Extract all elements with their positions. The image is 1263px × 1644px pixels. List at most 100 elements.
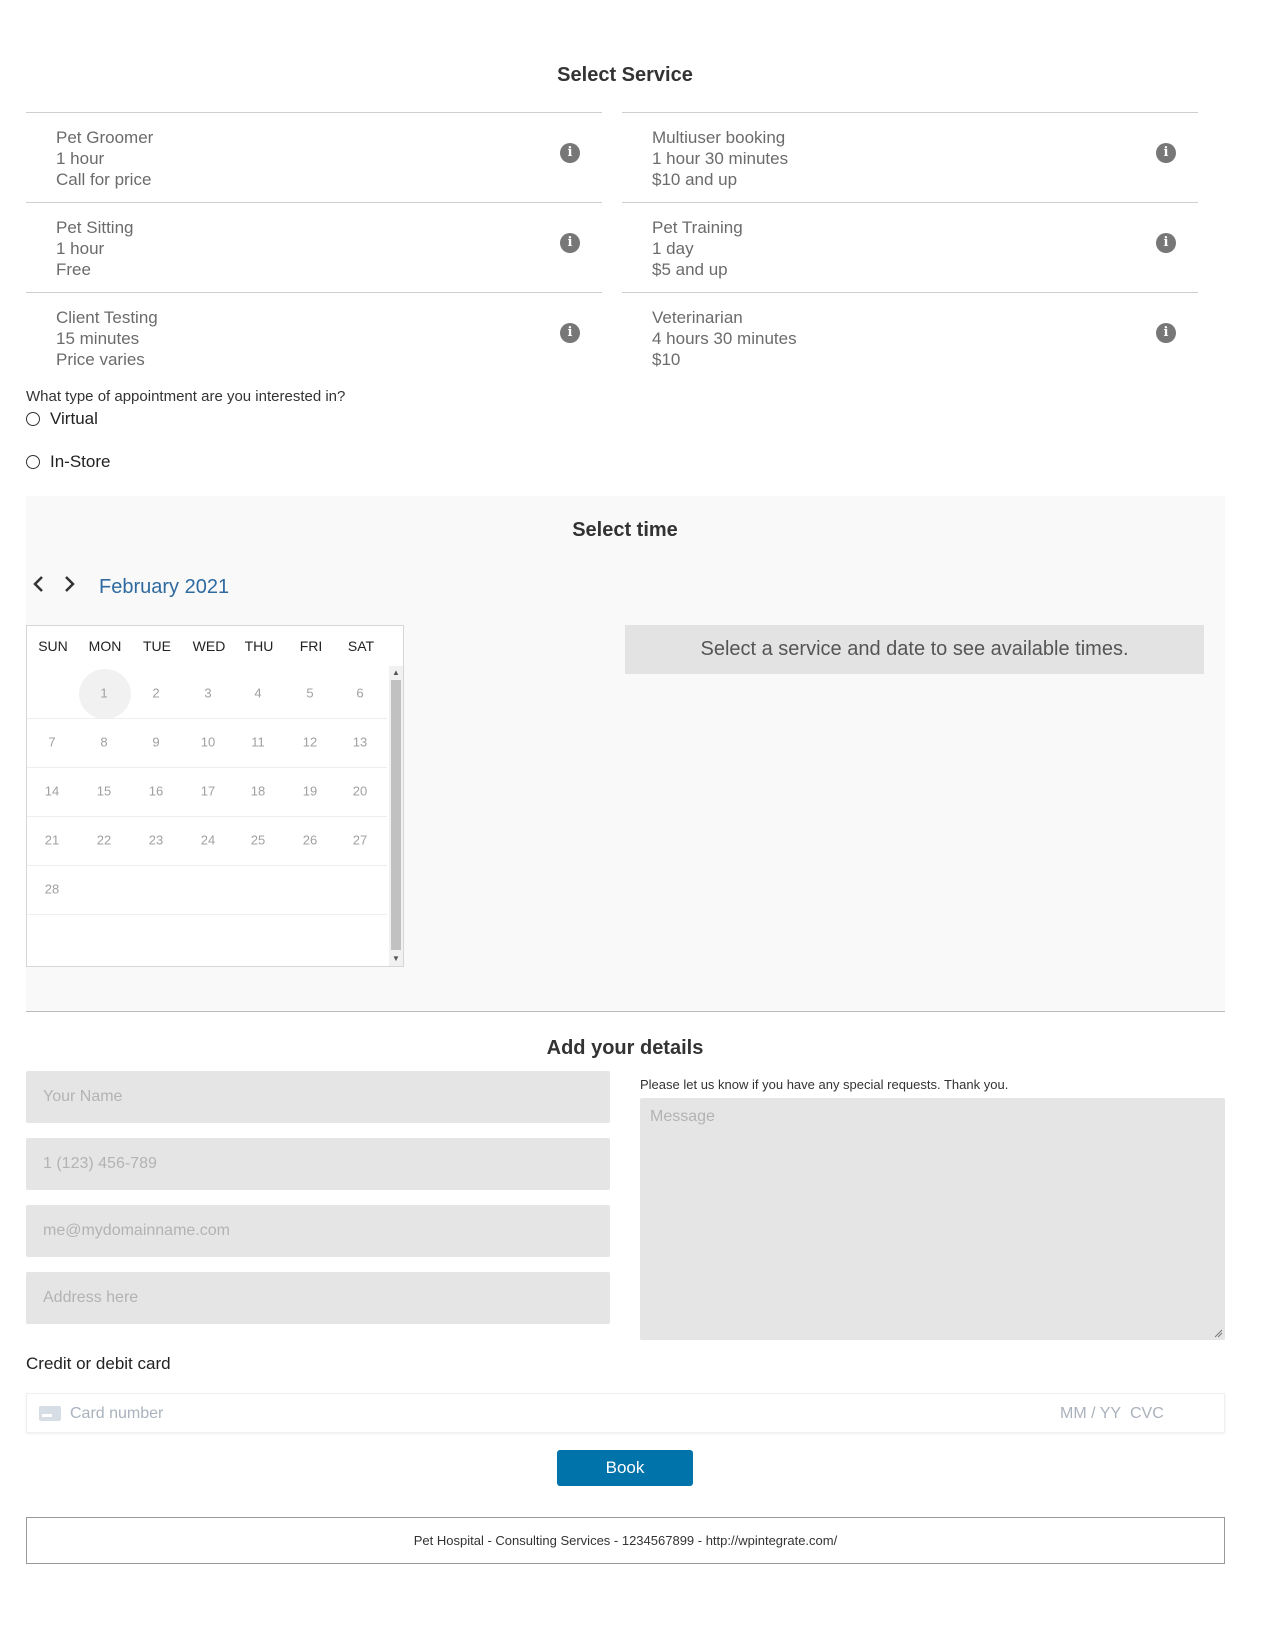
service-duration: 1 day bbox=[652, 239, 694, 258]
calendar-day[interactable]: 24 bbox=[201, 833, 215, 848]
service-name: Pet Sitting bbox=[56, 218, 134, 237]
radio-button[interactable] bbox=[26, 412, 40, 426]
current-month-label[interactable]: February 2021 bbox=[99, 576, 229, 599]
calendar-day[interactable]: 2 bbox=[152, 686, 159, 701]
appointment-option-label: Virtual bbox=[50, 409, 98, 428]
service-item[interactable]: Pet Training 1 day $5 and up i bbox=[622, 202, 1198, 292]
name-field[interactable] bbox=[26, 1071, 610, 1123]
calendar-day[interactable]: 27 bbox=[353, 833, 367, 848]
card-expiry-field[interactable]: MM / YY bbox=[1060, 1405, 1121, 1423]
service-item[interactable]: Pet Groomer 1 hour Call for price i bbox=[26, 112, 602, 202]
service-item[interactable]: Pet Sitting 1 hour Free i bbox=[26, 202, 602, 292]
chevron-left-icon bbox=[33, 576, 43, 592]
calendar-day[interactable]: 21 bbox=[45, 833, 59, 848]
scroll-thumb[interactable] bbox=[391, 680, 401, 950]
service-duration: 15 minutes bbox=[56, 329, 140, 348]
appointment-option-label: In-Store bbox=[50, 452, 111, 471]
info-icon[interactable]: i bbox=[560, 233, 580, 253]
service-duration: 1 hour 30 minutes bbox=[652, 149, 789, 168]
next-month-button[interactable] bbox=[61, 574, 77, 600]
weekday-label: MON bbox=[88, 638, 122, 654]
service-item[interactable]: Client Testing 15 minutes Price varies i bbox=[26, 292, 602, 382]
book-button[interactable]: Book bbox=[557, 1450, 693, 1486]
info-icon[interactable]: i bbox=[1156, 233, 1176, 253]
email-field[interactable] bbox=[26, 1205, 610, 1257]
booking-page: Select Service Pet Groomer 1 hour Call for… bbox=[0, 0, 1263, 1644]
calendar-day[interactable]: 25 bbox=[251, 833, 265, 848]
calendar-week-row: 28 bbox=[27, 865, 387, 915]
card-cvc-field[interactable]: CVC bbox=[1130, 1405, 1164, 1423]
scroll-up-arrow-icon[interactable]: ▲ bbox=[389, 666, 403, 680]
service-item[interactable]: Veterinarian 4 hours 30 minutes $10 i bbox=[622, 292, 1198, 382]
calendar-day[interactable]: 19 bbox=[303, 784, 317, 799]
calendar-day[interactable]: 16 bbox=[149, 784, 163, 799]
calendar-day[interactable]: 23 bbox=[149, 833, 163, 848]
resize-grip-icon[interactable] bbox=[1214, 1329, 1223, 1338]
calendar-day[interactable]: 10 bbox=[201, 735, 215, 750]
calendar-day[interactable]: 3 bbox=[204, 686, 211, 701]
credit-card-icon bbox=[39, 1406, 61, 1421]
info-icon[interactable]: i bbox=[1156, 143, 1176, 163]
service-name: Pet Groomer bbox=[56, 128, 154, 147]
card-input[interactable]: Card number MM / YY CVC bbox=[26, 1393, 1225, 1433]
appointment-type-question: What type of appointment are you interes… bbox=[26, 388, 346, 405]
calendar-day[interactable]: 5 bbox=[306, 686, 313, 701]
radio-button[interactable] bbox=[26, 455, 40, 469]
service-price: $10 bbox=[652, 350, 681, 369]
add-details-title: Add your details bbox=[546, 1037, 704, 1059]
calendar-day[interactable]: 9 bbox=[152, 735, 159, 750]
calendar-day[interactable]: 8 bbox=[100, 735, 107, 750]
previous-month-button[interactable] bbox=[31, 574, 47, 600]
address-field[interactable] bbox=[26, 1272, 610, 1324]
calendar-day[interactable]: 13 bbox=[353, 735, 367, 750]
calendar-week-row: 14 15 16 17 18 19 20 bbox=[27, 767, 387, 817]
info-icon[interactable]: i bbox=[1156, 323, 1176, 343]
weekday-label: WED bbox=[192, 638, 226, 654]
calendar-day[interactable]: 1 bbox=[100, 686, 107, 701]
select-time-title: Select time bbox=[572, 519, 678, 541]
info-icon[interactable]: i bbox=[560, 143, 580, 163]
calendar-day[interactable]: 12 bbox=[303, 735, 317, 750]
calendar-week-row: 7 8 9 10 11 12 13 bbox=[27, 718, 387, 768]
service-price: $10 and up bbox=[652, 170, 738, 189]
scroll-down-arrow-icon[interactable]: ▼ bbox=[389, 952, 403, 966]
calendar-day[interactable]: 20 bbox=[353, 784, 367, 799]
footer: Pet Hospital - Consulting Services - 123… bbox=[26, 1517, 1225, 1564]
calendar-day[interactable]: 22 bbox=[97, 833, 111, 848]
calendar-day[interactable]: 28 bbox=[45, 882, 59, 897]
message-label: Please let us know if you have any speci… bbox=[640, 1077, 1009, 1092]
calendar-week-row: 21 22 23 24 25 26 27 bbox=[27, 816, 387, 866]
select-service-title: Select Service bbox=[557, 64, 693, 86]
service-name: Client Testing bbox=[56, 308, 158, 327]
calendar-scrollbar[interactable]: ▲ ▼ bbox=[389, 666, 403, 966]
service-details: Pet Sitting 1 hour Free bbox=[56, 217, 134, 280]
chevron-right-icon bbox=[65, 576, 75, 592]
calendar-day[interactable]: 4 bbox=[254, 686, 261, 701]
service-details: Client Testing 15 minutes Price varies bbox=[56, 307, 158, 370]
calendar: SUN MON TUE WED THU FRI SAT 1 2 3 4 5 6 7 8 9 10 11 12 13 1… bbox=[26, 625, 404, 967]
service-name: Pet Training bbox=[652, 218, 743, 237]
weekday-label: TUE bbox=[143, 638, 171, 654]
service-details: Pet Groomer 1 hour Call for price bbox=[56, 127, 153, 190]
service-name: Veterinarian bbox=[652, 308, 743, 327]
appointment-option-in-store[interactable]: In-Store bbox=[26, 452, 110, 472]
appointment-option-virtual[interactable]: Virtual bbox=[26, 409, 98, 429]
weekday-label: SUN bbox=[38, 638, 68, 654]
service-item[interactable]: Multiuser booking 1 hour 30 minutes $10 an… bbox=[622, 112, 1198, 202]
calendar-day[interactable]: 11 bbox=[251, 735, 265, 750]
calendar-day[interactable]: 17 bbox=[201, 784, 215, 799]
weekday-label: THU bbox=[244, 638, 274, 654]
service-details: Pet Training 1 day $5 and up bbox=[652, 217, 743, 280]
calendar-day[interactable]: 26 bbox=[303, 833, 317, 848]
message-field[interactable] bbox=[640, 1098, 1225, 1340]
phone-field[interactable] bbox=[26, 1138, 610, 1190]
service-duration: 4 hours 30 minutes bbox=[652, 329, 797, 348]
calendar-day[interactable]: 15 bbox=[97, 784, 111, 799]
calendar-day[interactable]: 7 bbox=[48, 735, 55, 750]
calendar-day[interactable]: 18 bbox=[251, 784, 265, 799]
calendar-day[interactable]: 14 bbox=[45, 784, 59, 799]
service-price: $5 and up bbox=[652, 260, 728, 279]
info-icon[interactable]: i bbox=[560, 323, 580, 343]
calendar-day[interactable]: 6 bbox=[356, 686, 363, 701]
card-number-field[interactable]: Card number bbox=[70, 1405, 163, 1423]
